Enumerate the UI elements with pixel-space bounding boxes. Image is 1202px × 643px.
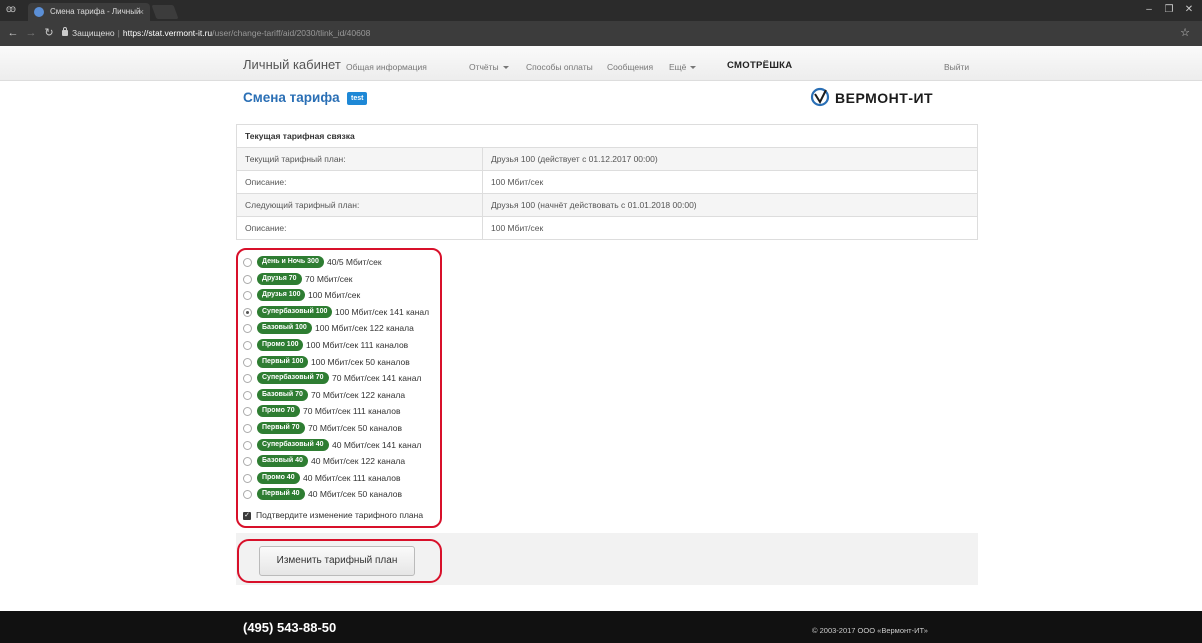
- nav-general-info[interactable]: Общая информация: [346, 62, 427, 72]
- row-value: Друзья 100 (начнёт действовать с 01.01.2…: [482, 193, 978, 217]
- current-tariff-table: Текущая тарифная связка Текущий тарифный…: [236, 124, 978, 240]
- row-label: Следующий тарифный план:: [236, 193, 483, 217]
- browser-tab[interactable]: Смена тарифа - Личный ×: [28, 3, 150, 21]
- secure-label: Защищено: [72, 28, 115, 38]
- url-path: /user/change-tariff/aid/2030/tlink_id/40…: [212, 28, 371, 38]
- tab-title: Смена тарифа - Личный: [50, 7, 141, 16]
- url-host: https://stat.vermont-it.ru: [122, 28, 213, 38]
- back-icon[interactable]: ←: [6, 26, 20, 40]
- table-row: Описание: 100 Мбит/сек: [236, 216, 978, 240]
- reload-icon[interactable]: ↻: [42, 26, 56, 40]
- tab-close-icon[interactable]: ×: [139, 3, 144, 21]
- bookmark-star-icon[interactable]: ☆: [1180, 26, 1190, 40]
- highlight-box-button: [237, 539, 442, 583]
- row-label: Описание:: [236, 216, 483, 240]
- table-heading: Текущая тарифная связка: [236, 124, 978, 148]
- address-bar: ← → ↻ Защищено | https://stat.vermont-it.r…: [0, 21, 1202, 46]
- browser-tabbar: ꙭ Смена тарифа - Личный × – ❐ ✕: [0, 0, 1202, 21]
- row-label: Описание:: [236, 170, 483, 194]
- forward-icon[interactable]: →: [24, 26, 38, 40]
- footer-phone: (495) 543-88-50: [243, 620, 337, 635]
- restore-icon[interactable]: ❐: [1160, 3, 1178, 17]
- incognito-icon: ꙭ: [5, 4, 17, 15]
- highlight-box-options: [236, 248, 442, 528]
- site-navbar: Личный кабинет Общая информация Отчёты С…: [0, 46, 1202, 81]
- page-title: Смена тарифа: [243, 90, 340, 105]
- table-row: Следующий тарифный план: Друзья 100 (нач…: [236, 193, 978, 217]
- row-value: 100 Мбит/сек: [482, 170, 978, 194]
- row-label: Текущий тарифный план:: [236, 147, 483, 171]
- tab-favicon-icon: [34, 7, 44, 17]
- chevron-down-icon: [690, 66, 697, 70]
- url-field[interactable]: Защищено | https://stat.vermont-it.ru/user…: [72, 26, 370, 40]
- nav-logout[interactable]: Выйти: [944, 62, 969, 72]
- test-badge: test: [347, 92, 368, 105]
- logo-text: ВЕРМОНТ-ИТ: [835, 90, 934, 106]
- nav-brand[interactable]: Личный кабинет: [243, 57, 341, 72]
- chevron-down-icon: [502, 66, 509, 70]
- lock-icon: [62, 27, 68, 36]
- minimize-icon[interactable]: –: [1140, 3, 1158, 17]
- table-row: Описание: 100 Мбит/сек: [236, 170, 978, 194]
- nav-reports[interactable]: Отчёты: [469, 62, 509, 72]
- row-value: 100 Мбит/сек: [482, 216, 978, 240]
- footer-copyright: © 2003-2017 ООО «Вермонт-ИТ»: [812, 626, 928, 635]
- nav-smotreshka-logo[interactable]: СМОТРЁШКА: [727, 60, 792, 71]
- table-row: Текущий тарифный план: Друзья 100 (дейст…: [236, 147, 978, 171]
- close-window-icon[interactable]: ✕: [1180, 3, 1198, 17]
- footer: (495) 543-88-50 © 2003-2017 ООО «Вермонт…: [0, 611, 1202, 643]
- nav-messages[interactable]: Сообщения: [607, 62, 653, 72]
- nav-payment-methods[interactable]: Способы оплаты: [526, 62, 593, 72]
- vermont-logo-icon: [810, 87, 830, 107]
- new-tab-button[interactable]: [151, 5, 179, 19]
- row-value: Друзья 100 (действует с 01.12.2017 00:00…: [482, 147, 978, 171]
- nav-more[interactable]: Ещё: [669, 62, 697, 72]
